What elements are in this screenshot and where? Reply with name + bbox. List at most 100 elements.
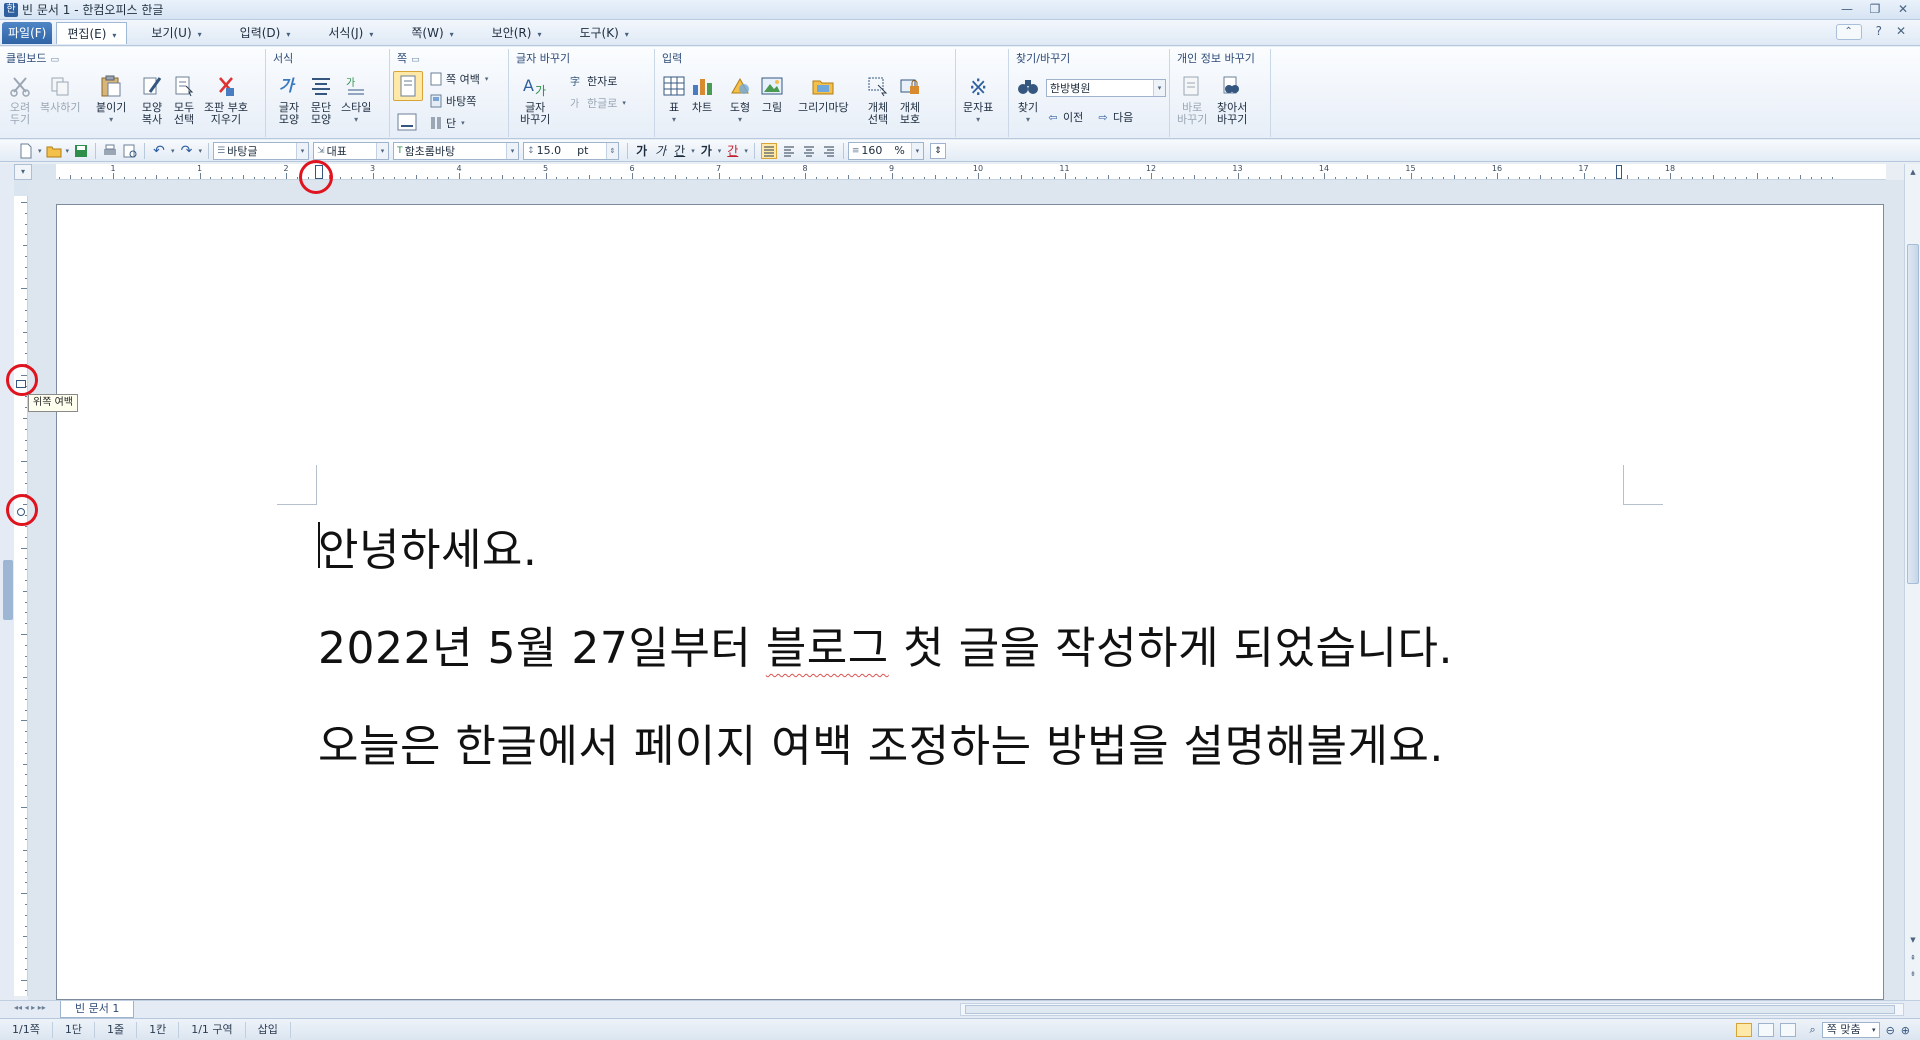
scroll-thumb[interactable] xyxy=(1907,244,1919,584)
document-page[interactable] xyxy=(56,204,1884,1000)
align-right-icon[interactable] xyxy=(821,143,837,159)
chevron-down-icon[interactable]: ▾ xyxy=(199,147,203,155)
help-button[interactable]: ? xyxy=(1876,24,1882,40)
char-shape-button[interactable]: 가 글자 모양 xyxy=(275,73,303,126)
print-icon[interactable] xyxy=(102,143,118,159)
menu-file[interactable]: 파일(F) xyxy=(2,21,53,44)
chevron-down-icon[interactable]: ▾ xyxy=(38,147,42,155)
menu-view[interactable]: 보기(U) ▾ xyxy=(141,22,211,44)
picture-button[interactable]: 그림 xyxy=(758,73,786,114)
chevron-down-icon[interactable]: ▾ xyxy=(354,114,358,126)
menu-page[interactable]: 쪽(W) ▾ xyxy=(401,22,463,44)
open-folder-icon[interactable] xyxy=(46,143,62,159)
chevron-down-icon[interactable]: ▾ xyxy=(461,119,465,127)
find-button[interactable]: 찾기 ▾ xyxy=(1014,73,1042,126)
chevron-down-icon[interactable]: ▾ xyxy=(296,142,309,159)
font-size-input[interactable]: ↕ 15.0 pt ⇕ xyxy=(523,141,620,160)
font-select[interactable]: T 함초롬바탕 ▾ xyxy=(393,141,520,160)
chevron-down-icon[interactable]: ▾ xyxy=(109,114,113,126)
horizontal-scrollbar[interactable] xyxy=(960,1003,1904,1016)
align-justify-icon[interactable] xyxy=(760,142,777,159)
chevron-down-icon[interactable]: ▾ xyxy=(744,147,748,155)
document-line-1[interactable]: 안녕하세요. xyxy=(318,514,537,578)
chart-button[interactable]: 차트 xyxy=(688,73,716,114)
scroll-up-icon[interactable]: ▲ xyxy=(1907,166,1919,178)
symbols-button[interactable]: ※ 문자표 ▾ xyxy=(963,73,993,126)
prev-page-icon[interactable]: ⇞ xyxy=(1907,952,1919,964)
new-document-icon[interactable] xyxy=(18,143,34,159)
zoom-select[interactable]: 쪽 맞춤 ▾ xyxy=(1821,1022,1880,1038)
find-replace-privacy-button[interactable]: 찾아서 바꾸기 xyxy=(1217,73,1247,126)
zoom-in-icon[interactable]: ⊕ xyxy=(1901,1024,1910,1037)
to-hangul-button[interactable]: 가 한글로 ▾ xyxy=(570,95,628,111)
tab-document-1[interactable]: 빈 문서 1 xyxy=(60,1001,135,1018)
drawing-gallery-button[interactable]: 그리기마당 xyxy=(798,73,849,114)
strikethrough-button[interactable]: 가 xyxy=(701,142,712,159)
menu-tools[interactable]: 도구(K) ▾ xyxy=(569,22,638,44)
tab-nav-icon[interactable]: ◂◂ ◂ ▸ ▸▸ xyxy=(14,1003,46,1012)
close-icon[interactable]: ✕ xyxy=(1894,2,1912,16)
ribbon-collapse-icon[interactable]: ⌃ xyxy=(1835,24,1862,40)
chevron-down-icon[interactable]: ▾ xyxy=(622,99,626,107)
format-painter-button[interactable]: 모양 복사 xyxy=(138,73,166,126)
scroll-down-icon[interactable]: ▼ xyxy=(1907,934,1919,946)
style-button[interactable]: 가 스타일 ▾ xyxy=(341,73,371,126)
language-select[interactable]: ⇲ 대표 ▾ xyxy=(313,141,390,160)
ruler-corner-button[interactable]: ▾ xyxy=(14,164,32,180)
cut-button[interactable]: 오려 두기 xyxy=(6,73,34,126)
find-prev-button[interactable]: ⇦ 이전 xyxy=(1046,109,1083,125)
chevron-down-icon[interactable]: ▾ xyxy=(718,147,722,155)
page-margin-button[interactable]: 쪽 여백 ▾ xyxy=(429,71,490,87)
view-wide-icon[interactable] xyxy=(1757,1023,1774,1037)
find-next-button[interactable]: ⇨ 다음 xyxy=(1096,109,1133,125)
chevron-down-icon[interactable]: ▾ xyxy=(1026,114,1030,126)
chevron-down-icon[interactable]: ▾ xyxy=(976,114,980,126)
master-page-button[interactable]: 바탕쪽 xyxy=(429,93,476,109)
side-panel-toggle[interactable] xyxy=(3,560,13,620)
select-object-button[interactable]: 개체 선택 xyxy=(864,73,892,126)
change-char-button[interactable]: A가 글자 바꾸기 xyxy=(520,73,550,126)
shape-button[interactable]: 도형 ▾ xyxy=(726,73,754,126)
close-doc-icon[interactable]: ✕ xyxy=(1896,24,1906,40)
table-button[interactable]: 표 ▾ xyxy=(660,73,688,126)
hscroll-thumb[interactable] xyxy=(965,1005,1895,1014)
align-center-icon[interactable] xyxy=(801,143,817,159)
copy-button[interactable]: 복사하기 xyxy=(40,73,80,114)
chevron-down-icon[interactable]: ▾ xyxy=(485,75,489,83)
page-border-button[interactable] xyxy=(393,109,421,138)
columns-button[interactable]: 단 ▾ xyxy=(429,115,467,131)
paste-button[interactable]: 붙이기 ▾ xyxy=(96,73,126,126)
to-hanja-button[interactable]: 字 한자로 xyxy=(570,73,617,89)
font-color-button[interactable]: 간 xyxy=(727,142,738,159)
right-indent-marker[interactable] xyxy=(1616,165,1622,179)
page-setup-button[interactable] xyxy=(393,71,423,104)
chevron-down-icon[interactable]: ▾ xyxy=(672,114,676,126)
spellcheck-flagged-word[interactable]: 블로그 xyxy=(766,623,889,674)
undo-icon[interactable]: ↶ xyxy=(151,143,167,159)
spin-icon[interactable]: ⇕ xyxy=(606,142,619,159)
document-line-2[interactable]: 2022년 5월 27일부터 블로그 첫 글을 작성하게 되었습니다. xyxy=(318,612,1453,676)
underline-button[interactable]: 간 xyxy=(674,142,685,159)
spin-icon[interactable]: ⇕ xyxy=(929,142,946,159)
find-input[interactable]: 한방병원 ▾ xyxy=(1046,79,1166,97)
print-preview-icon[interactable] xyxy=(122,143,138,159)
zoom-icon[interactable]: ⌕ xyxy=(1810,1023,1816,1037)
chevron-down-icon[interactable]: ▾ xyxy=(1872,1023,1876,1037)
menu-edit[interactable]: 편집(E) ▾ xyxy=(56,21,128,44)
chevron-down-icon[interactable]: ▾ xyxy=(171,147,175,155)
line-spacing-input[interactable]: ≡ 160% ▾ xyxy=(847,141,924,160)
save-icon[interactable] xyxy=(73,143,89,159)
select-all-button[interactable]: 모두 선택 xyxy=(170,73,198,126)
chevron-down-icon[interactable]: ▾ xyxy=(910,142,923,159)
style-select[interactable]: ☰ 바탕글 ▾ xyxy=(213,141,310,160)
minimize-icon[interactable]: — xyxy=(1838,2,1856,16)
chevron-down-icon[interactable]: ▾ xyxy=(376,142,389,159)
chevron-down-icon[interactable]: ▾ xyxy=(506,142,519,159)
document-line-3[interactable]: 오늘은 한글에서 페이지 여백 조정하는 방법을 설명해볼게요. xyxy=(318,710,1444,774)
restore-icon[interactable]: ❐ xyxy=(1866,2,1884,16)
zoom-out-icon[interactable]: ⊖ xyxy=(1886,1024,1895,1037)
menu-format[interactable]: 서식(J) ▾ xyxy=(318,22,383,44)
view-multi-icon[interactable] xyxy=(1779,1023,1796,1037)
menu-security[interactable]: 보안(R) ▾ xyxy=(482,22,552,44)
chevron-down-icon[interactable]: ▾ xyxy=(112,31,116,40)
